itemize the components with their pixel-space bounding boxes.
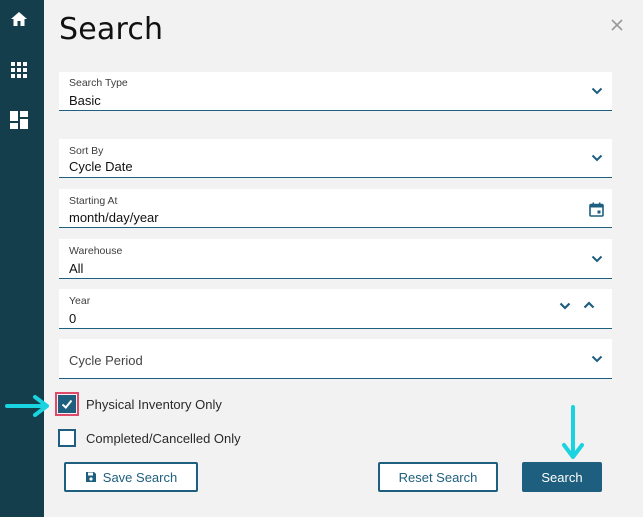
starting-at-date-field[interactable]: Starting At month/day/year — [59, 189, 612, 228]
save-search-button[interactable]: Save Search — [64, 462, 198, 492]
sort-by-label: Sort By — [69, 145, 104, 157]
chevron-down-icon — [591, 154, 603, 162]
annotation-arrow-right-icon — [5, 395, 49, 417]
dashboard-icon[interactable] — [10, 111, 28, 129]
chevron-up-icon[interactable] — [583, 301, 595, 309]
search-button-label: Search — [541, 469, 583, 485]
search-button[interactable]: Search — [522, 462, 602, 492]
apps-grid-icon[interactable] — [10, 61, 28, 79]
home-icon[interactable] — [10, 10, 28, 28]
completed-cancelled-checkbox-row[interactable]: Completed/Cancelled Only — [58, 427, 241, 449]
nav-rail — [0, 0, 44, 517]
chevron-down-icon — [591, 255, 603, 263]
year-value: 0 — [69, 311, 77, 326]
search-type-label: Search Type — [69, 77, 128, 89]
check-icon — [61, 399, 73, 409]
physical-inventory-checkbox-row[interactable]: Physical Inventory Only — [55, 392, 222, 416]
starting-at-label: Starting At — [69, 195, 118, 207]
warehouse-select[interactable]: Warehouse All — [59, 239, 612, 279]
search-panel: Search Search Type Basic Sort By Cycle D… — [44, 0, 643, 517]
page-title: Search — [59, 12, 164, 47]
completed-cancelled-checkbox[interactable] — [58, 429, 76, 447]
reset-search-label: Reset Search — [398, 469, 478, 485]
sort-by-select[interactable]: Sort By Cycle Date — [59, 139, 612, 178]
reset-search-button[interactable]: Reset Search — [378, 462, 498, 492]
save-icon — [85, 472, 96, 482]
search-type-value: Basic — [69, 93, 101, 108]
chevron-down-icon — [591, 87, 603, 95]
save-search-label: Save Search — [102, 469, 178, 485]
search-type-select[interactable]: Search Type Basic — [59, 72, 612, 111]
annotation-arrow-down-icon — [562, 405, 584, 459]
chevron-down-icon[interactable] — [559, 302, 571, 310]
completed-cancelled-label: Completed/Cancelled Only — [86, 430, 241, 446]
warehouse-label: Warehouse — [69, 245, 123, 257]
calendar-icon[interactable] — [589, 202, 604, 217]
physical-inventory-label: Physical Inventory Only — [86, 396, 222, 412]
year-label: Year — [69, 295, 91, 307]
close-icon[interactable] — [610, 18, 624, 32]
sort-by-value: Cycle Date — [69, 159, 133, 174]
chevron-down-icon — [591, 355, 603, 363]
warehouse-value: All — [69, 261, 84, 276]
year-stepper[interactable]: Year 0 — [59, 289, 612, 329]
cycle-period-placeholder: Cycle Period — [69, 353, 143, 368]
cycle-period-select[interactable]: Cycle Period — [59, 339, 612, 379]
physical-inventory-checkbox[interactable] — [55, 392, 79, 416]
starting-at-value: month/day/year — [69, 210, 159, 225]
